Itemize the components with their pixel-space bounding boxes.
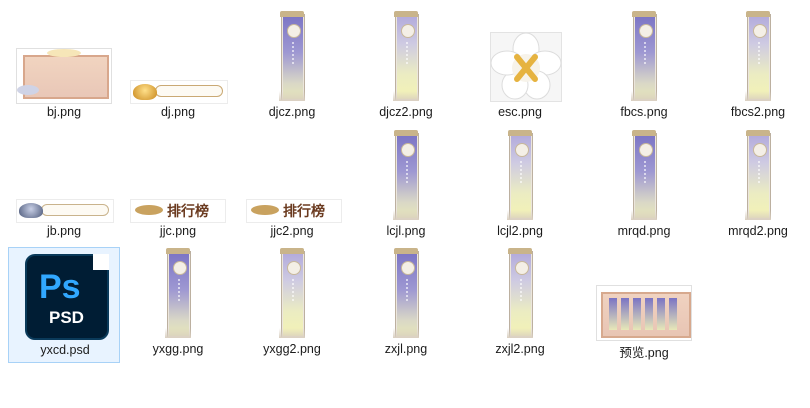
file-item[interactable]: lcjl.png <box>350 129 462 245</box>
file-name: lcjl2.png <box>497 224 543 238</box>
file-name: 预览.png <box>619 346 669 360</box>
file-name: zxjl.png <box>384 342 428 356</box>
file-thumbnail: Ps PSD <box>9 248 121 340</box>
file-item[interactable]: 排行榜 jjc2.png <box>236 129 348 245</box>
file-item[interactable]: bj.png <box>8 10 120 126</box>
file-name: jb.png <box>46 224 82 238</box>
file-name: yxgg.png <box>152 342 204 356</box>
file-thumbnail <box>350 247 462 339</box>
frame-image-icon <box>16 48 112 104</box>
file-thumbnail <box>464 129 576 221</box>
file-name: zxjl2.png <box>495 342 545 356</box>
file-item[interactable]: yxgg2.png <box>236 247 348 363</box>
ranking-title-text: 排行榜 <box>283 204 325 220</box>
file-name: dj.png <box>160 105 196 119</box>
banner-icon <box>507 248 533 338</box>
preview-image-icon <box>596 285 692 341</box>
file-thumbnail <box>236 247 348 339</box>
file-name: lcjl.png <box>386 224 426 238</box>
file-name: djcz.png <box>268 105 316 119</box>
banner-icon <box>745 11 771 101</box>
file-item[interactable]: mrqd2.png <box>702 129 810 245</box>
banner-icon <box>393 11 419 101</box>
file-item[interactable]: fbcs2.png <box>702 10 810 126</box>
file-name: jjc.png <box>159 224 197 238</box>
ranking-title-icon: 排行榜 <box>246 199 342 223</box>
file-thumbnail <box>350 129 462 221</box>
file-thumbnail <box>702 129 810 221</box>
file-item[interactable]: mrqd.png <box>588 129 700 245</box>
file-item[interactable]: zxjl2.png <box>464 247 576 363</box>
ps-logo-text: Ps <box>39 268 81 306</box>
file-item[interactable]: 预览.png <box>588 247 700 363</box>
file-item[interactable]: djcz.png <box>236 10 348 126</box>
file-item[interactable]: yxgg.png <box>122 247 234 363</box>
gold-bar-icon <box>130 80 228 104</box>
banner-icon <box>631 130 657 220</box>
file-name: bj.png <box>46 105 82 119</box>
file-name: fbcs.png <box>620 105 668 119</box>
file-name: fbcs2.png <box>730 105 786 119</box>
file-item[interactable]: esc.png <box>464 10 576 126</box>
file-thumbnail <box>8 129 120 223</box>
banner-icon <box>165 248 191 338</box>
file-item[interactable]: lcjl2.png <box>464 129 576 245</box>
file-thumbnail: 排行榜 <box>236 129 348 223</box>
file-thumbnail <box>236 10 348 102</box>
banner-icon <box>745 130 771 220</box>
file-item[interactable]: fbcs.png <box>588 10 700 126</box>
file-thumbnail <box>122 10 234 104</box>
file-thumbnail <box>588 10 700 102</box>
file-thumbnail <box>702 10 810 102</box>
file-name: djcz2.png <box>379 105 433 119</box>
banner-icon <box>393 248 419 338</box>
banner-icon <box>507 130 533 220</box>
ranking-title-text: 排行榜 <box>167 204 209 220</box>
file-thumbnail <box>464 10 576 102</box>
file-name: jjc2.png <box>270 224 314 238</box>
file-thumbnail <box>588 247 700 341</box>
close-icon <box>490 32 562 102</box>
file-thumbnail <box>350 10 462 102</box>
banner-icon <box>279 11 305 101</box>
banner-icon <box>279 248 305 338</box>
file-item[interactable]: zxjl.png <box>350 247 462 363</box>
file-item[interactable]: djcz2.png <box>350 10 462 126</box>
file-thumbnail <box>464 247 576 339</box>
silver-bar-icon <box>16 199 114 223</box>
file-thumbnail <box>122 247 234 339</box>
file-name: yxcd.psd <box>40 343 90 357</box>
file-item-selected[interactable]: Ps PSD yxcd.psd <box>8 247 120 363</box>
psd-ext-text: PSD <box>49 308 84 327</box>
file-name: mrqd.png <box>617 224 671 238</box>
file-name: yxgg2.png <box>263 342 321 356</box>
ranking-title-icon: 排行榜 <box>130 199 226 223</box>
file-item[interactable]: jb.png <box>8 129 120 245</box>
file-thumbnail: 排行榜 <box>122 129 234 223</box>
file-thumbnail <box>8 10 120 104</box>
file-item[interactable]: dj.png <box>122 10 234 126</box>
file-item[interactable]: 排行榜 jjc.png <box>122 129 234 245</box>
file-thumbnail <box>588 129 700 221</box>
banner-icon <box>393 130 419 220</box>
file-name: esc.png <box>498 105 542 119</box>
banner-icon <box>631 11 657 101</box>
file-name: mrqd2.png <box>728 224 788 238</box>
photoshop-icon: Ps PSD <box>25 254 109 340</box>
